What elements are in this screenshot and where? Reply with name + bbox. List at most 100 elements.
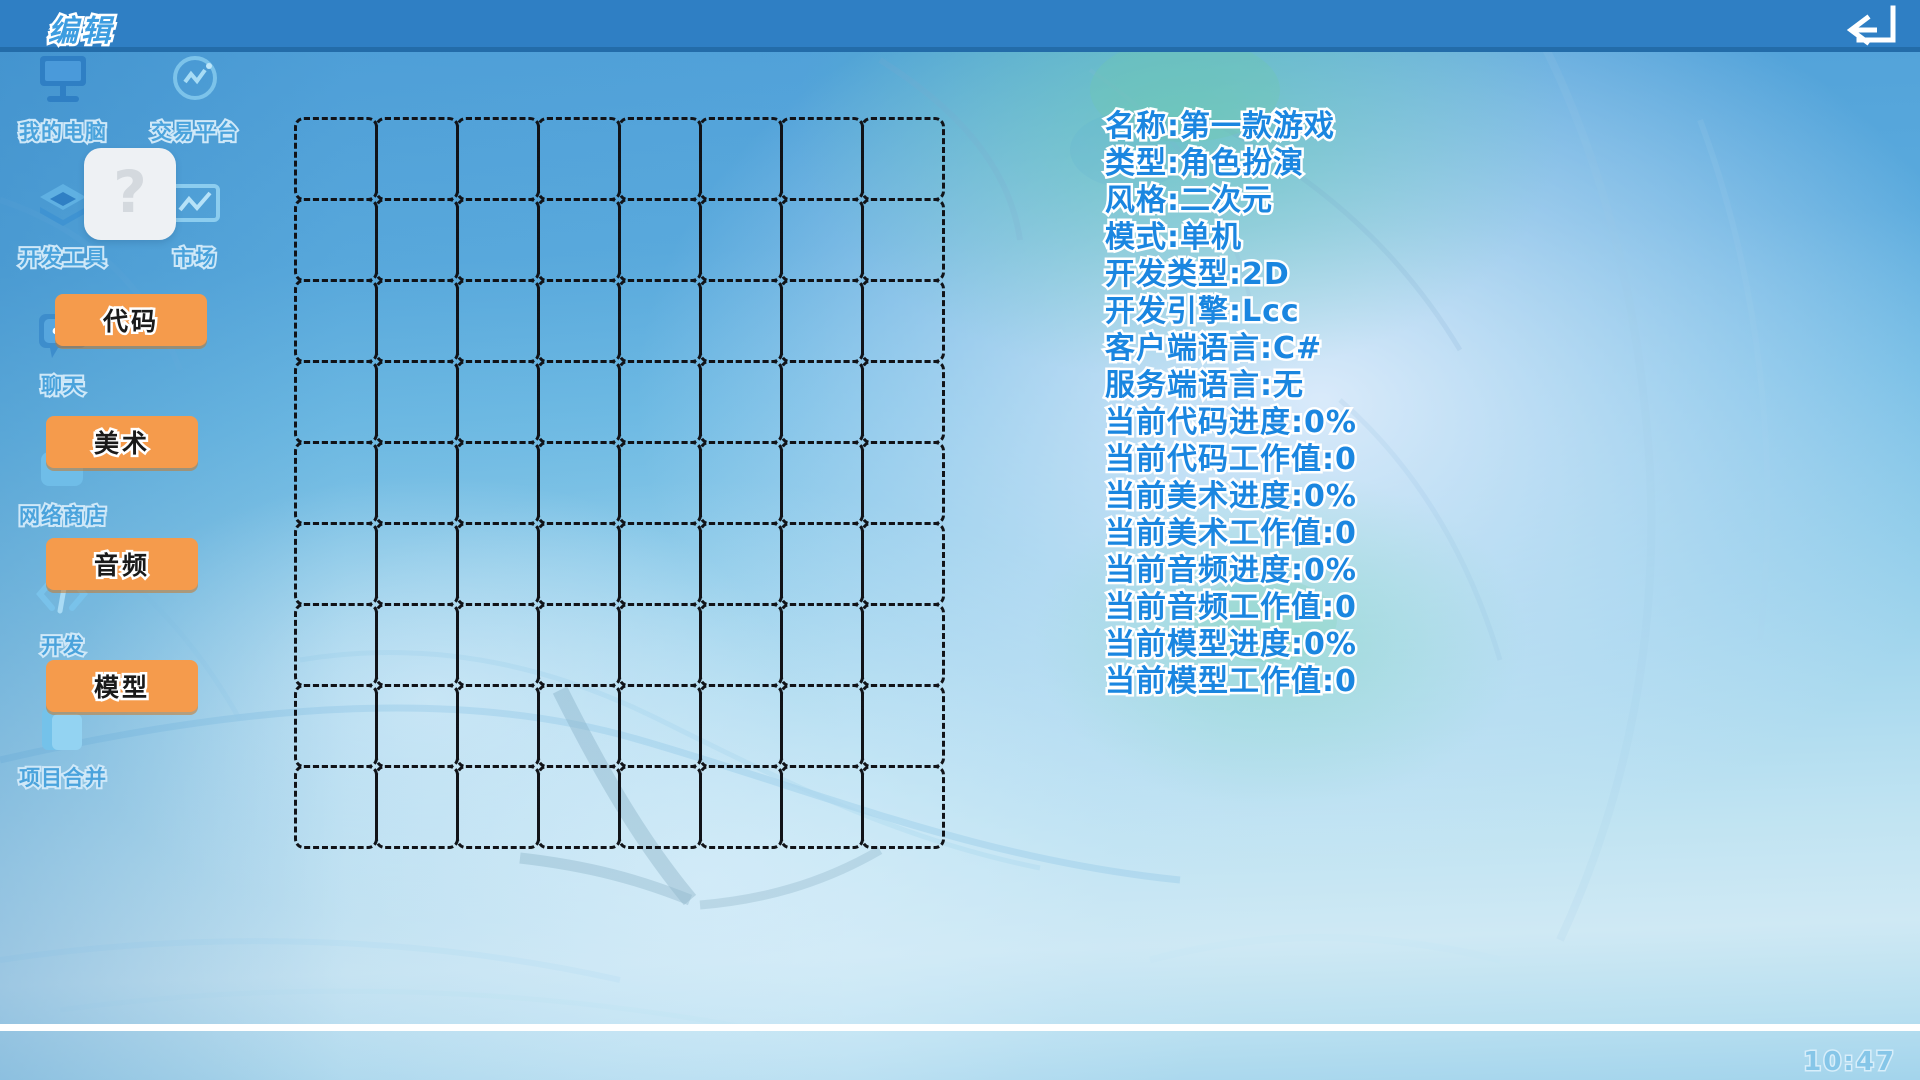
module-slot-grid[interactable]	[293, 116, 945, 849]
grid-cell[interactable]	[293, 278, 378, 363]
info-line: 风格:二次元	[1103, 181, 1275, 221]
grid-cell[interactable]	[860, 683, 945, 768]
sidebar-item-trade-platform[interactable]: 交易平台	[136, 54, 254, 146]
grid-cell[interactable]	[455, 197, 540, 282]
grid-cell[interactable]	[860, 116, 945, 201]
grid-cell[interactable]	[293, 764, 378, 849]
grid-cell[interactable]	[698, 602, 783, 687]
grid-cell[interactable]	[860, 602, 945, 687]
grid-cell[interactable]	[536, 764, 621, 849]
code-button[interactable]: 代码	[55, 294, 207, 346]
chart-circle-icon	[164, 54, 226, 112]
grid-cell[interactable]	[698, 440, 783, 525]
grid-cell[interactable]	[617, 521, 702, 606]
grid-cell[interactable]	[374, 602, 459, 687]
grid-cell[interactable]	[374, 359, 459, 444]
grid-cell[interactable]	[455, 521, 540, 606]
grid-cell[interactable]	[860, 521, 945, 606]
grid-cell[interactable]	[293, 521, 378, 606]
grid-cell[interactable]	[293, 602, 378, 687]
grid-cell[interactable]	[617, 197, 702, 282]
grid-cell[interactable]	[779, 602, 864, 687]
grid-cell[interactable]	[617, 764, 702, 849]
sidebar-item-my-computer[interactable]: 我的电脑	[4, 54, 122, 146]
unknown-tile[interactable]: ?	[84, 148, 176, 240]
grid-cell[interactable]	[860, 197, 945, 282]
grid-cell[interactable]	[860, 359, 945, 444]
back-arrow-icon	[1846, 5, 1896, 46]
info-line: 开发引擎:Lcc	[1103, 292, 1302, 332]
grid-cell[interactable]	[698, 116, 783, 201]
grid-cell[interactable]	[617, 602, 702, 687]
grid-cell[interactable]	[779, 116, 864, 201]
grid-cell[interactable]	[455, 683, 540, 768]
grid-cell[interactable]	[293, 197, 378, 282]
grid-cell[interactable]	[536, 197, 621, 282]
sidebar-item-project-merge[interactable]: 项目合并	[4, 700, 122, 792]
grid-cell[interactable]	[455, 764, 540, 849]
grid-cell[interactable]	[536, 521, 621, 606]
grid-cell[interactable]	[293, 116, 378, 201]
grid-cell[interactable]	[374, 116, 459, 201]
grid-cell[interactable]	[536, 683, 621, 768]
code-button-label: 代码	[100, 305, 159, 339]
grid-cell[interactable]	[698, 683, 783, 768]
grid-cell[interactable]	[698, 278, 783, 363]
grid-cell[interactable]	[779, 197, 864, 282]
grid-cell[interactable]	[617, 359, 702, 444]
grid-cell[interactable]	[455, 602, 540, 687]
grid-cell[interactable]	[536, 602, 621, 687]
sidebar-item-label: 交易平台	[149, 118, 240, 146]
grid-cell[interactable]	[779, 278, 864, 363]
grid-cell[interactable]	[536, 278, 621, 363]
grid-cell[interactable]	[779, 440, 864, 525]
model-button[interactable]: 模型	[46, 660, 198, 712]
grid-cell[interactable]	[698, 197, 783, 282]
grid-cell[interactable]	[617, 278, 702, 363]
grid-cell[interactable]	[617, 116, 702, 201]
grid-cell[interactable]	[374, 278, 459, 363]
grid-cell[interactable]	[536, 440, 621, 525]
grid-cell[interactable]	[455, 278, 540, 363]
grid-cell[interactable]	[860, 440, 945, 525]
sidebar-item-label: 聊天	[39, 372, 86, 400]
grid-cell[interactable]	[779, 683, 864, 768]
grid-cell[interactable]	[455, 440, 540, 525]
info-line: 名称:第一款游戏	[1103, 107, 1337, 147]
grid-cell[interactable]	[374, 440, 459, 525]
grid-cell[interactable]	[617, 440, 702, 525]
sidebar-item-label: 项目合并	[17, 764, 108, 792]
sidebar-item-label: 开发	[39, 632, 86, 660]
grid-cell[interactable]	[455, 359, 540, 444]
grid-cell[interactable]	[779, 764, 864, 849]
back-button[interactable]	[1834, 2, 1906, 48]
grid-cell[interactable]	[374, 764, 459, 849]
grid-cell[interactable]	[374, 683, 459, 768]
grid-cell[interactable]	[779, 359, 864, 444]
info-line: 当前美术进度:0%	[1103, 477, 1359, 517]
info-line: 当前代码进度:0%	[1103, 403, 1359, 443]
grid-cell[interactable]	[536, 359, 621, 444]
grid-cell[interactable]	[860, 764, 945, 849]
monitor-icon	[32, 54, 94, 112]
audio-button-label: 音频	[91, 549, 150, 583]
info-line: 当前音频工作值:0	[1103, 588, 1359, 628]
grid-cell[interactable]	[536, 116, 621, 201]
grid-cell[interactable]	[698, 521, 783, 606]
grid-cell[interactable]	[293, 359, 378, 444]
audio-button[interactable]: 音频	[46, 538, 198, 590]
grid-cell[interactable]	[374, 197, 459, 282]
art-button[interactable]: 美术	[46, 416, 198, 468]
grid-cell[interactable]	[293, 440, 378, 525]
grid-cell[interactable]	[374, 521, 459, 606]
title-bar: 编辑	[0, 0, 1920, 52]
grid-cell[interactable]	[860, 278, 945, 363]
info-line: 当前美术工作值:0	[1103, 514, 1359, 554]
grid-cell[interactable]	[779, 521, 864, 606]
grid-cell[interactable]	[698, 359, 783, 444]
art-button-label: 美术	[91, 427, 150, 461]
grid-cell[interactable]	[617, 683, 702, 768]
grid-cell[interactable]	[455, 116, 540, 201]
grid-cell[interactable]	[698, 764, 783, 849]
grid-cell[interactable]	[293, 683, 378, 768]
